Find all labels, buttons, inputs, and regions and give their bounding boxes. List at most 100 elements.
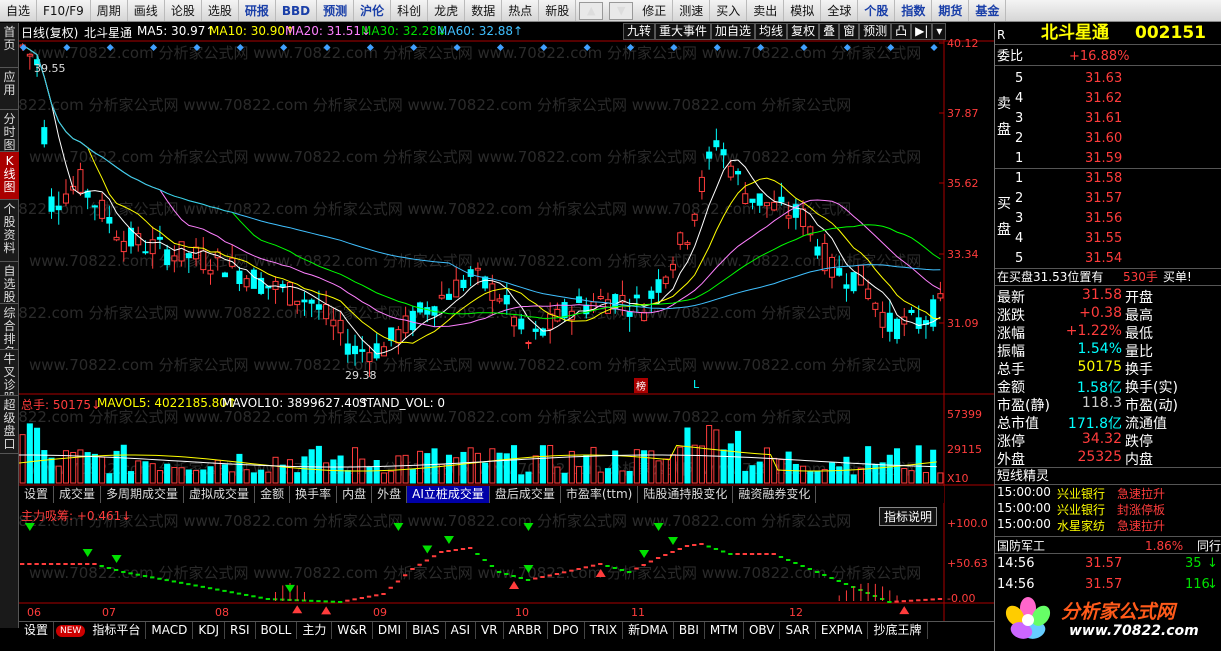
bottom-tab[interactable]: BOLL (256, 622, 298, 639)
bottom-tab[interactable]: VR (476, 622, 504, 639)
ind-tab[interactable]: 市盈率(ttm) (561, 486, 639, 503)
side-tab[interactable]: 分时图 (0, 110, 19, 152)
kline-tool-button[interactable]: 复权 (787, 23, 820, 40)
bottom-tab[interactable]: OBV (744, 622, 781, 639)
bottom-tab[interactable]: 设置 (19, 622, 55, 639)
kline-tool-button[interactable]: 窗 (839, 23, 860, 40)
menu-item[interactable]: 基金 (969, 0, 1007, 21)
menu-item[interactable]: 模拟 (784, 0, 822, 21)
menu-item[interactable]: 指数 (895, 0, 933, 21)
bottom-tab[interactable]: 新DMA (623, 622, 674, 639)
bottom-tab[interactable]: BBI (674, 622, 705, 639)
menu-item[interactable]: 热点 (502, 0, 540, 21)
bottom-tab[interactable]: MACD (146, 622, 194, 639)
menu-item[interactable]: 龙虎 (428, 0, 466, 21)
arrow-down-icon[interactable]: ▼ (609, 1, 634, 20)
kline-tool-button[interactable]: ▾ (932, 23, 947, 40)
ind-tab[interactable]: 换手率 (290, 486, 338, 503)
ind-tab[interactable]: 陆股通持股变化 (638, 486, 734, 503)
bottom-tab[interactable]: W&R (332, 622, 373, 639)
bottom-tab[interactable]: EXPMA (816, 622, 869, 639)
menu-item[interactable]: 科创 (391, 0, 429, 21)
kline-tool-button[interactable]: 九转 (623, 23, 656, 40)
ind-tab[interactable]: 虚拟成交量 (184, 486, 256, 503)
kline-tool-button[interactable]: 重大事件 (655, 23, 712, 40)
ind-tab[interactable]: 成交量 (54, 486, 102, 503)
ind-tab[interactable]: 外盘 (372, 486, 408, 503)
ind-tab[interactable]: 设置 (19, 486, 55, 503)
bottom-tab[interactable]: RSI (225, 622, 256, 639)
side-tab[interactable]: 自选股 (0, 262, 19, 304)
menu-item[interactable]: 修正 (636, 0, 674, 21)
order-row[interactable]: 5 31.54 (995, 251, 1221, 269)
menu-item[interactable]: 个股 (858, 0, 896, 21)
menu-item[interactable]: 数据 (465, 0, 503, 21)
menu-item[interactable]: 预测 (317, 0, 355, 21)
menu-item[interactable]: 选股 (202, 0, 239, 21)
bottom-tab[interactable]: DPO (548, 622, 585, 639)
order-row[interactable]: 2 31.57 (995, 191, 1221, 209)
ind-tab[interactable]: AI立桩成交量 (407, 486, 490, 503)
menu-item[interactable]: BBD (276, 0, 318, 21)
order-row[interactable]: 1 31.58 (995, 171, 1221, 189)
kline-tool-button[interactable]: ▶| (911, 23, 933, 40)
menu-item[interactable]: 画线 (128, 0, 165, 21)
menu-item[interactable]: 研报 (239, 0, 276, 21)
menu-item[interactable]: 期货 (932, 0, 970, 21)
indicator-explain-button[interactable]: 指标说明 (879, 507, 938, 526)
bottom-tab[interactable]: SAR (780, 622, 816, 639)
side-tab[interactable]: 首页 (0, 23, 19, 68)
kline-tool-button[interactable]: 均线 (755, 23, 788, 40)
sector-name[interactable]: 国防军工 (997, 537, 1045, 555)
menu-item[interactable]: 自选 (0, 0, 38, 21)
side-tab[interactable]: K线图 (0, 152, 19, 200)
order-row[interactable]: 4 31.55 (995, 231, 1221, 249)
short-row[interactable]: 15:00:00 水星家纺 急速拉升 (995, 517, 1221, 533)
event-marker-icon[interactable] (930, 43, 938, 52)
side-tab[interactable]: 应用 (0, 68, 19, 110)
kline-tool-button[interactable]: 凸 (891, 23, 912, 40)
ind-tab[interactable]: 金额 (255, 486, 291, 503)
order-row[interactable]: 4 31.62 (995, 91, 1221, 109)
menu-item[interactable]: 卖出 (747, 0, 785, 21)
menu-item[interactable]: 测速 (673, 0, 711, 21)
bottom-tab[interactable]: 抄底王牌 (868, 622, 928, 639)
menu-item[interactable]: 沪伦 (354, 0, 392, 21)
bottom-tab[interactable]: KDJ (193, 622, 225, 639)
menu-item[interactable]: 论股 (165, 0, 202, 21)
bottom-tab[interactable]: BIAS (407, 622, 446, 639)
ind-tab[interactable]: 融资融券变化 (733, 486, 817, 503)
short-row[interactable]: 15:00:00 兴业银行 急速拉升 (995, 485, 1221, 501)
bottom-tab[interactable]: DMI (373, 622, 408, 639)
side-tab[interactable]: 超级盘口 (0, 396, 19, 454)
side-tab[interactable]: 个股资料 (0, 200, 19, 262)
kline-tool-button[interactable]: 加自选 (711, 23, 756, 40)
arrow-up-icon[interactable]: ▲ (579, 1, 604, 20)
menu-item[interactable]: 买入 (710, 0, 748, 21)
bang-tag[interactable]: 榜 (634, 378, 648, 393)
ind-tab[interactable]: 盘后成交量 (490, 486, 561, 503)
l-tag[interactable]: L (693, 378, 699, 391)
order-row[interactable]: 3 31.56 (995, 211, 1221, 229)
ind-tab[interactable]: 多周期成交量 (101, 486, 185, 503)
bottom-tab[interactable]: TRIX (585, 622, 624, 639)
bottom-tab[interactable]: ASI (446, 622, 477, 639)
side-tab[interactable]: 牛叉诊股 (0, 350, 19, 396)
sector-peer[interactable]: 同行 (1197, 537, 1221, 555)
order-row[interactable]: 3 31.61 (995, 111, 1221, 129)
menu-item[interactable]: 全球 (821, 0, 859, 21)
menu-item[interactable]: 周期 (91, 0, 128, 21)
order-row[interactable]: 1 31.59 (995, 151, 1221, 169)
bottom-tab[interactable]: MTM (705, 622, 744, 639)
short-row[interactable]: 15:00:00 兴业银行 封涨停板 (995, 501, 1221, 517)
kline-tool-button[interactable]: 预测 (859, 23, 892, 40)
menu-item[interactable]: F10/F9 (37, 0, 91, 21)
menu-item[interactable]: 新股 (539, 0, 577, 21)
bottom-tab[interactable]: ARBR (504, 622, 548, 639)
ind-tab[interactable]: 内盘 (337, 486, 373, 503)
order-row[interactable]: 5 31.63 (995, 71, 1221, 89)
bottom-tab[interactable]: 主力 (297, 622, 333, 639)
order-row[interactable]: 2 31.60 (995, 131, 1221, 149)
side-tab[interactable]: 综合排名 (0, 304, 19, 350)
bottom-tab[interactable]: 指标平台 (87, 622, 147, 639)
